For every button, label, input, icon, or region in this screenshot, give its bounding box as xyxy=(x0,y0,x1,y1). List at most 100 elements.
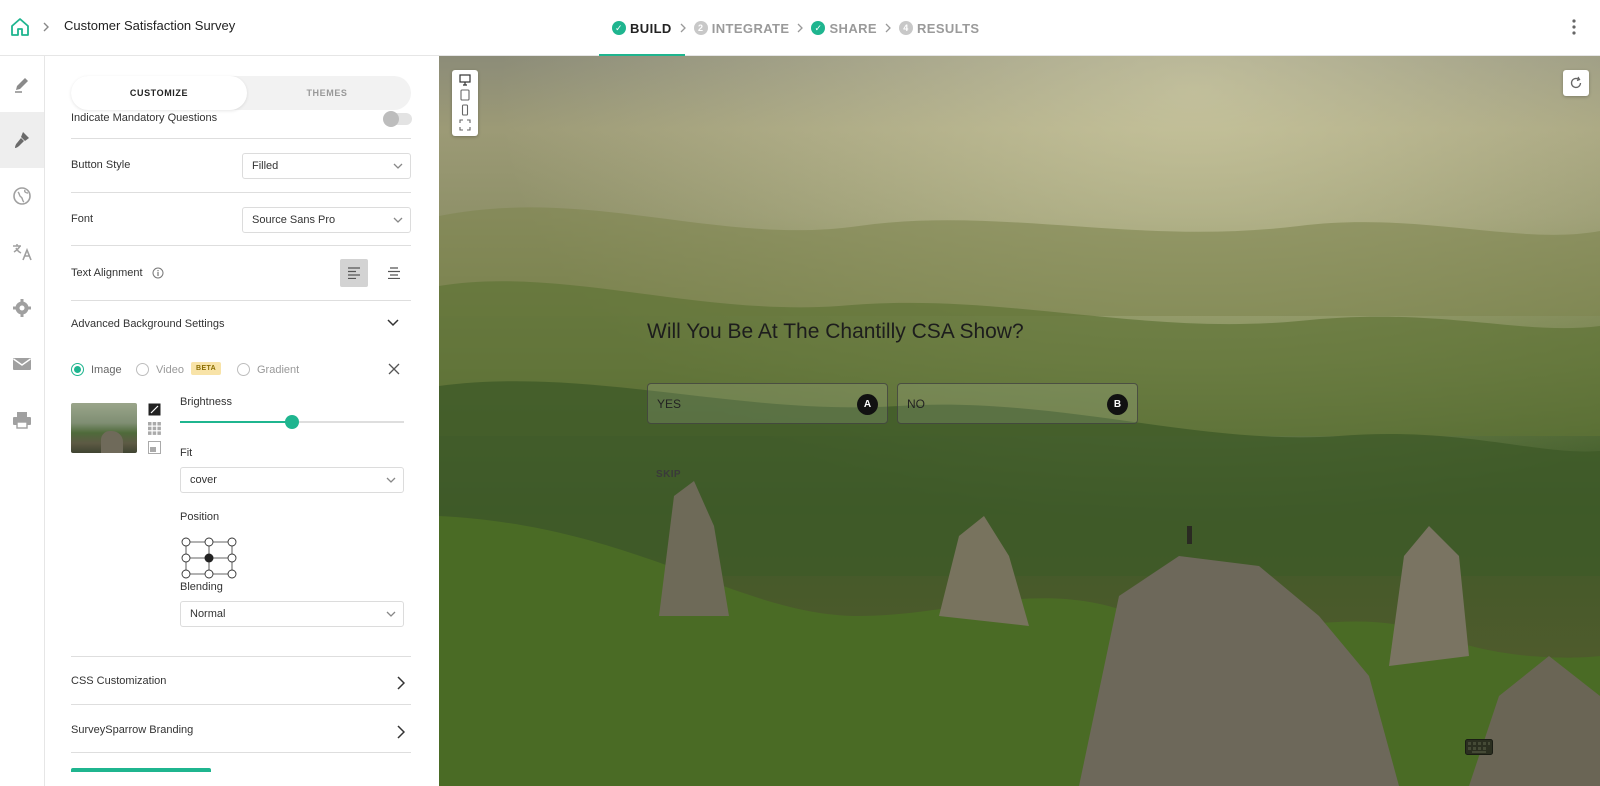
font-select[interactable]: Source Sans Pro xyxy=(242,207,411,233)
mobile-icon[interactable] xyxy=(459,104,471,116)
divider xyxy=(71,656,411,657)
refresh-icon xyxy=(1570,76,1582,89)
device-toggle-bar xyxy=(452,70,478,136)
answer-key-badge: A xyxy=(857,394,878,415)
answer-key-badge: B xyxy=(1107,394,1128,415)
chevron-down-icon xyxy=(386,477,396,483)
image-tile-icon[interactable] xyxy=(148,422,161,435)
step-integrate[interactable]: 2 INTEGRATE xyxy=(693,0,790,56)
font-value: Source Sans Pro xyxy=(252,214,336,226)
divider xyxy=(71,138,411,139)
tab-customize[interactable]: CUSTOMIZE xyxy=(71,76,247,110)
chevron-down-icon xyxy=(386,611,396,617)
rail-email[interactable] xyxy=(0,336,44,392)
globe-icon xyxy=(13,187,31,205)
radio-dot xyxy=(71,363,84,376)
chevron-down-icon xyxy=(393,163,403,169)
step-build-label: BUILD xyxy=(630,20,672,36)
save-button-edge[interactable] xyxy=(71,768,211,772)
rail-settings[interactable] xyxy=(0,280,44,336)
tablet-icon[interactable] xyxy=(459,89,471,101)
print-icon xyxy=(13,412,31,429)
chevron-right-icon xyxy=(397,725,405,739)
divider xyxy=(71,704,411,705)
advanced-bg-label[interactable]: Advanced Background Settings xyxy=(71,318,225,330)
image-fit-icon[interactable] xyxy=(148,403,161,416)
rail-translate[interactable] xyxy=(0,224,44,280)
align-center-button[interactable] xyxy=(380,259,408,287)
chevron-right-icon xyxy=(397,676,405,690)
button-style-select[interactable]: Filled xyxy=(242,153,411,179)
survey-preview: Will You Be At The Chantilly CSA Show? Y… xyxy=(439,56,1600,786)
bg-type-image[interactable]: Image xyxy=(71,363,122,376)
align-left-icon xyxy=(348,267,360,279)
branding-row[interactable]: SurveySparrow Branding xyxy=(71,722,411,742)
rail-language[interactable] xyxy=(0,168,44,224)
answer-option-label: YES xyxy=(657,396,682,411)
mandatory-questions-toggle[interactable] xyxy=(383,111,412,127)
divider xyxy=(71,752,411,753)
rail-print[interactable] xyxy=(0,392,44,448)
survey-title[interactable]: Customer Satisfaction Survey xyxy=(64,18,235,33)
step-results[interactable]: 4 RESULTS xyxy=(898,0,980,56)
panel-tabs: THEMES CUSTOMIZE xyxy=(71,76,411,110)
answer-option-no[interactable]: NO B xyxy=(897,383,1138,424)
home-icon[interactable] xyxy=(10,17,30,37)
step-chevron-icon xyxy=(672,0,694,56)
step-share-label: SHARE xyxy=(829,20,877,36)
breadcrumb-chevron-icon xyxy=(43,22,49,32)
text-alignment-label: Text Alignment xyxy=(71,267,143,279)
more-options-icon[interactable] xyxy=(1571,18,1577,36)
bg-type-image-label: Image xyxy=(91,363,122,376)
rail-edit[interactable] xyxy=(0,56,44,112)
top-bar: Customer Satisfaction Survey ✓ BUILD 2 I… xyxy=(0,0,1600,57)
radio-dot xyxy=(136,363,149,376)
info-icon[interactable] xyxy=(152,267,164,279)
desktop-icon[interactable] xyxy=(459,74,471,86)
chevron-down-icon[interactable] xyxy=(387,319,399,327)
step-results-label: RESULTS xyxy=(916,20,980,36)
brightness-slider-knob[interactable] xyxy=(285,415,299,429)
rail-customize[interactable] xyxy=(0,112,44,168)
branding-label: SurveySparrow Branding xyxy=(71,724,194,736)
mail-icon xyxy=(13,358,31,370)
left-icon-rail xyxy=(0,56,45,786)
divider xyxy=(71,245,411,246)
translate-icon xyxy=(13,244,32,261)
brightness-slider[interactable] xyxy=(180,415,404,429)
gear-icon xyxy=(13,299,31,317)
brightness-slider-fill xyxy=(180,421,292,423)
question-text: Will You Be At The Chantilly CSA Show? xyxy=(647,320,1024,343)
bg-type-gradient[interactable]: Gradient xyxy=(237,363,299,376)
step-build[interactable]: ✓ BUILD xyxy=(599,0,685,57)
paintbrush-icon xyxy=(15,132,29,148)
customize-panel: THEMES CUSTOMIZE Indicate Mandatory Ques… xyxy=(45,56,439,786)
position-grid[interactable] xyxy=(181,537,237,579)
mandatory-questions-label: Indicate Mandatory Questions xyxy=(71,112,218,124)
css-customization-label: CSS Customization xyxy=(71,675,167,687)
brightness-label: Brightness xyxy=(180,396,232,408)
check-icon: ✓ xyxy=(811,21,826,35)
bg-type-video[interactable]: Video xyxy=(136,363,184,376)
bg-type-gradient-label: Gradient xyxy=(257,363,300,376)
refresh-preview-button[interactable] xyxy=(1563,70,1589,96)
background-image-thumbnail[interactable] xyxy=(71,403,137,453)
step-integrate-label: INTEGRATE xyxy=(711,20,790,36)
fullscreen-icon[interactable] xyxy=(459,119,471,131)
fit-value: cover xyxy=(190,474,217,486)
image-contain-icon[interactable] xyxy=(148,441,161,454)
font-label: Font xyxy=(71,213,94,225)
step-share[interactable]: ✓ SHARE xyxy=(811,0,877,56)
answer-option-yes[interactable]: YES A xyxy=(647,383,888,424)
align-left-button[interactable] xyxy=(340,259,368,287)
step-number-badge: 2 xyxy=(693,21,708,35)
position-label: Position xyxy=(180,511,220,523)
keyboard-icon[interactable] xyxy=(1465,739,1493,755)
fit-select[interactable]: cover xyxy=(180,467,404,493)
css-customization-row[interactable]: CSS Customization xyxy=(71,673,411,693)
skip-button[interactable]: SKIP xyxy=(656,469,681,480)
tab-themes[interactable]: THEMES xyxy=(239,76,415,110)
blending-select[interactable]: Normal xyxy=(180,601,404,627)
close-icon[interactable] xyxy=(388,363,400,375)
beta-badge: BETA xyxy=(191,362,222,375)
